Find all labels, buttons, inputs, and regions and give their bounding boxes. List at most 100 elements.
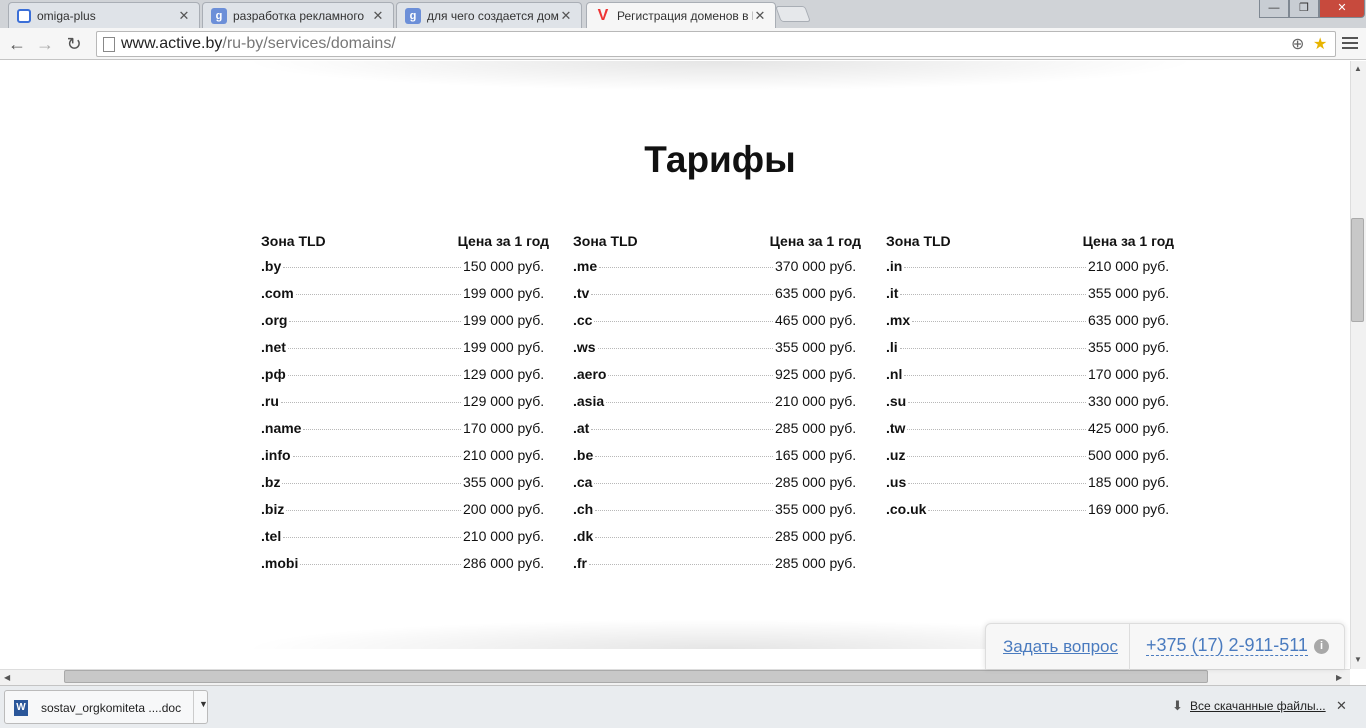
tariff-row: .net 199 000 руб. <box>261 339 549 366</box>
price-header: Цена за 1 год <box>769 233 861 249</box>
horizontal-scroll-thumb[interactable] <box>64 670 1208 683</box>
scroll-left-icon[interactable]: ◀ <box>4 673 10 682</box>
close-icon[interactable]: ✕ <box>559 8 573 24</box>
dot-leader <box>904 267 1086 268</box>
close-icon[interactable]: ✕ <box>1336 698 1347 714</box>
tariff-row: .us 185 000 руб. <box>886 474 1174 501</box>
tld-price: 129 000 руб. <box>463 393 545 409</box>
dot-leader <box>608 375 773 376</box>
tariff-row: .ws 355 000 руб. <box>573 339 861 366</box>
tab-omiga-plus[interactable]: omiga-plus ✕ <box>8 2 200 28</box>
tariff-row: .рф 129 000 руб. <box>261 366 549 393</box>
tld-zone: .tw <box>886 420 906 436</box>
tariff-row: .dk 285 000 руб. <box>573 528 861 555</box>
tariff-row: .be 165 000 руб. <box>573 447 861 474</box>
tld-price: 185 000 руб. <box>1088 474 1170 490</box>
tld-zone: .aero <box>573 366 607 382</box>
tld-price: 635 000 руб. <box>775 285 857 301</box>
tariff-row: .tv 635 000 руб. <box>573 285 861 312</box>
tld-price: 170 000 руб. <box>1088 366 1170 382</box>
section-shadow-top <box>240 61 1200 91</box>
browser-toolbar: ← → ↻ www.active.by/ru-by/services/domai… <box>0 28 1366 60</box>
maximize-icon[interactable]: ❐ <box>1289 0 1319 18</box>
tld-price: 330 000 руб. <box>1088 393 1170 409</box>
tariff-row: .name 170 000 руб. <box>261 420 549 447</box>
scroll-up-icon[interactable]: ▲ <box>1354 64 1362 73</box>
download-item[interactable]: W sostav_orgkomiteta ....doc ▼ <box>4 690 208 724</box>
close-icon[interactable]: ✕ <box>371 8 385 24</box>
tld-price: 355 000 руб. <box>1088 339 1170 355</box>
tld-zone: .me <box>573 258 598 274</box>
tariff-rows: .me 370 000 руб. .tv 635 000 руб. .cc 465 000… <box>573 258 861 582</box>
tariff-row: .it 355 000 руб. <box>886 285 1174 312</box>
dot-leader <box>908 483 1086 484</box>
tariff-row: .aero 925 000 руб. <box>573 366 861 393</box>
tld-price: 199 000 руб. <box>463 312 545 328</box>
zoom-icon[interactable]: ⊕ <box>1291 34 1304 54</box>
tld-zone: .ws <box>573 339 596 355</box>
dot-leader <box>589 564 773 565</box>
forward-icon[interactable]: → <box>33 32 57 56</box>
tariff-row: .by 150 000 руб. <box>261 258 549 285</box>
tld-zone: .by <box>261 258 282 274</box>
dot-leader <box>595 537 773 538</box>
close-icon[interactable]: ✕ <box>753 8 767 24</box>
chevron-down-icon[interactable]: ▼ <box>199 699 208 709</box>
zone-header: Зона TLD <box>573 233 638 249</box>
reload-icon[interactable]: ↻ <box>62 32 86 56</box>
tariff-row: .tw 425 000 руб. <box>886 420 1174 447</box>
dot-leader <box>904 375 1086 376</box>
tariff-row: .asia 210 000 руб. <box>573 393 861 420</box>
tld-zone: .tv <box>573 285 590 301</box>
dot-leader <box>900 294 1086 295</box>
tld-zone: .su <box>886 393 907 409</box>
address-bar[interactable]: www.active.by/ru-by/services/domains/ ⊕ … <box>96 31 1336 57</box>
word-doc-icon: W <box>14 700 28 716</box>
tld-price: 285 000 руб. <box>775 474 857 490</box>
tab-domain-registration[interactable]: V Регистрация доменов в Б ✕ <box>586 2 776 28</box>
star-icon[interactable]: ★ <box>1313 34 1327 54</box>
contact-widget: Задать вопрос +375 (17) 2-911-511 i <box>985 623 1345 670</box>
tab-google-search-1[interactable]: g разработка рекламного ✕ <box>202 2 394 28</box>
tld-price: 370 000 руб. <box>775 258 857 274</box>
info-icon[interactable]: i <box>1314 639 1329 654</box>
tld-price: 199 000 руб. <box>463 285 545 301</box>
vertical-scroll-thumb[interactable] <box>1351 218 1364 322</box>
dot-leader <box>303 429 461 430</box>
google-icon: g <box>405 7 421 24</box>
download-arrow-icon: ⬇ <box>1172 698 1183 713</box>
menu-icon[interactable] <box>1342 34 1358 52</box>
close-icon[interactable]: ✕ <box>177 8 191 24</box>
back-icon[interactable]: ← <box>5 32 29 56</box>
minimize-icon[interactable]: — <box>1259 0 1289 18</box>
tld-price: 500 000 руб. <box>1088 447 1170 463</box>
tld-price: 129 000 руб. <box>463 366 545 382</box>
downloads-bar: W sostav_orgkomiteta ....doc ▼ ⬇ Все ска… <box>0 685 1366 728</box>
v-icon: V <box>597 6 609 24</box>
scroll-down-icon[interactable]: ▼ <box>1354 655 1362 664</box>
show-all-downloads-link[interactable]: Все скачанные файлы... <box>1190 699 1326 713</box>
phone-link[interactable]: +375 (17) 2-911-511 <box>1146 635 1308 656</box>
tld-price: 286 000 руб. <box>463 555 545 571</box>
tab-label: разработка рекламного <box>233 8 365 23</box>
vertical-scrollbar[interactable] <box>1350 61 1366 669</box>
new-tab-button[interactable] <box>775 6 811 22</box>
tld-price: 169 000 руб. <box>1088 501 1170 517</box>
tariff-row: .ru 129 000 руб. <box>261 393 549 420</box>
ask-question-link[interactable]: Задать вопрос <box>1003 637 1118 657</box>
tld-price: 355 000 руб. <box>463 474 545 490</box>
scroll-right-icon[interactable]: ▶ <box>1336 673 1342 682</box>
tariff-row: .org 199 000 руб. <box>261 312 549 339</box>
dot-leader <box>908 402 1086 403</box>
dot-leader <box>606 402 773 403</box>
tld-price: 165 000 руб. <box>775 447 857 463</box>
tab-google-search-2[interactable]: g для чего создается домен ✕ <box>396 2 582 28</box>
tld-zone: .mx <box>886 312 911 328</box>
tariff-row: .me 370 000 руб. <box>573 258 861 285</box>
dot-leader <box>280 402 461 403</box>
tld-price: 170 000 руб. <box>463 420 545 436</box>
tld-zone: .bz <box>261 474 281 490</box>
download-file-name: sostav_orgkomiteta ....doc <box>41 701 182 715</box>
tld-zone: .tel <box>261 528 282 544</box>
close-window-icon[interactable]: ✕ <box>1319 0 1365 18</box>
